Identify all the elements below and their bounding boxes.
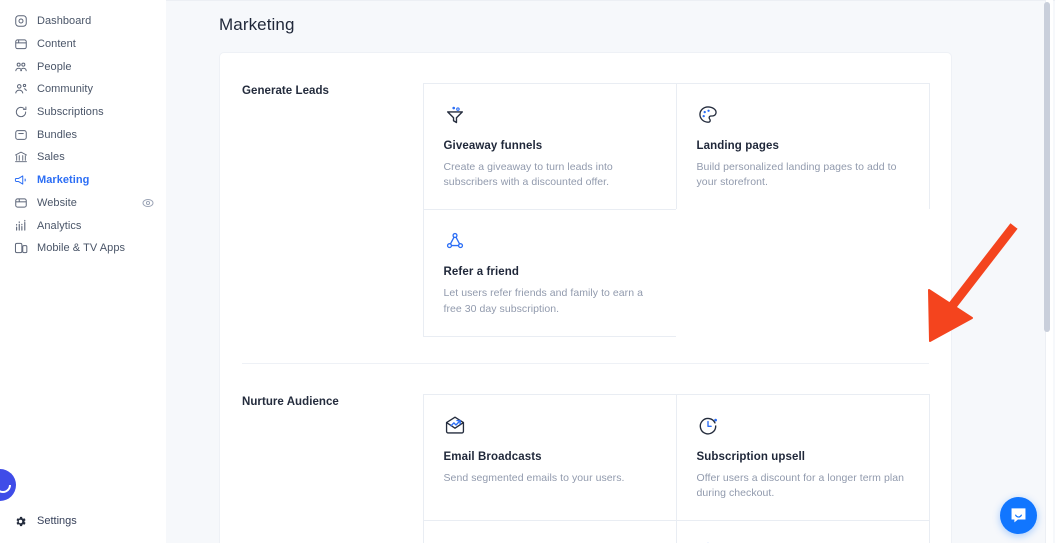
sidebar-item-label: Subscriptions bbox=[37, 106, 104, 119]
card-email-broadcasts[interactable]: Email Broadcasts Send segmented emails to… bbox=[422, 393, 677, 521]
section-generate-leads: Generate Leads Giveaway funnels Create a g… bbox=[242, 53, 930, 363]
bundles-icon bbox=[13, 127, 28, 142]
avatar[interactable] bbox=[0, 469, 16, 501]
card-subscription-upsell[interactable]: Subscription upsell Offer users a discoun… bbox=[675, 393, 930, 521]
sidebar-item-label: Dashboard bbox=[37, 15, 92, 28]
eye-icon[interactable] bbox=[141, 196, 154, 209]
email-broadcast-icon bbox=[444, 414, 656, 438]
sidebar-item-dashboard[interactable]: Dashboard bbox=[0, 10, 166, 33]
avatar-smile-icon bbox=[0, 485, 11, 493]
card-title: Email Broadcasts bbox=[443, 450, 542, 463]
sidebar-item-label: Marketing bbox=[37, 174, 90, 187]
content-icon bbox=[13, 37, 28, 52]
card-gift-cards[interactable]: Gift cardsSee a list of purchased and re… bbox=[422, 520, 677, 543]
card-refer-a-friend[interactable]: Refer a friend Let users refer friends an… bbox=[422, 209, 677, 337]
app-root: Dashboard Content People Community Subscript… bbox=[0, 0, 1055, 543]
marketing-panel: Generate Leads Giveaway funnels Create a g… bbox=[219, 52, 952, 543]
analytics-icon bbox=[13, 218, 28, 233]
sidebar-item-label: Bundles bbox=[37, 128, 78, 141]
section-label: Generate Leads bbox=[242, 85, 329, 97]
sidebar-item-label: Mobile & TV Apps bbox=[37, 242, 126, 255]
sidebar-item-content[interactable]: Content bbox=[0, 33, 166, 56]
sidebar-item-subscriptions[interactable]: Subscriptions bbox=[0, 101, 166, 124]
sidebar-item-settings[interactable]: Settings bbox=[0, 510, 166, 532]
sidebar-item-sales[interactable]: Sales bbox=[0, 146, 166, 169]
marketing-icon bbox=[13, 173, 28, 188]
card-description: Create a giveaway to turn leads into sub… bbox=[443, 160, 613, 189]
card-landing-pages[interactable]: Landing pages Build personalized landing … bbox=[675, 82, 930, 210]
dashboard-icon bbox=[13, 14, 28, 29]
website-icon bbox=[13, 195, 28, 210]
sidebar-item-community[interactable]: Community bbox=[0, 78, 166, 101]
card-title: Giveaway funnels bbox=[443, 139, 543, 152]
sales-icon bbox=[13, 150, 28, 165]
scrollbar-thumb[interactable] bbox=[1044, 2, 1050, 332]
sidebar-item-mobile-tv-apps[interactable]: Mobile & TV Apps bbox=[0, 237, 166, 260]
network-triangle-icon bbox=[444, 229, 656, 253]
card-title: Landing pages bbox=[696, 139, 779, 152]
chat-bubble-icon bbox=[1011, 508, 1026, 523]
section-nurture-audience: Nurture Audience Email Broadcasts Send seg… bbox=[242, 363, 930, 543]
card-description: Send segmented emails to your users. bbox=[443, 471, 625, 484]
sidebar-item-people[interactable]: People bbox=[0, 55, 166, 78]
section-label: Nurture Audience bbox=[242, 396, 339, 408]
sidebar-item-label: Sales bbox=[37, 151, 65, 164]
funnel-icon bbox=[444, 103, 656, 127]
sidebar-item-label: People bbox=[37, 60, 72, 73]
subscriptions-icon bbox=[13, 105, 28, 120]
card-placeholder bbox=[675, 209, 930, 337]
sidebar-item-label: Analytics bbox=[37, 219, 82, 232]
card-grid: Giveaway funnels Create a giveaway to tur… bbox=[422, 82, 930, 337]
page-title: Marketing bbox=[219, 15, 295, 34]
card-title: Subscription upsell bbox=[696, 450, 806, 463]
gear-icon bbox=[13, 514, 28, 529]
sidebar-item-label: Content bbox=[37, 38, 76, 51]
card-description: Build personalized landing pages to add … bbox=[696, 160, 897, 189]
scrollbar-track[interactable] bbox=[1044, 0, 1053, 543]
sidebar-nav-list: Dashboard Content People Community Subscript… bbox=[0, 10, 166, 260]
card-giveaway-funnels[interactable]: Giveaway funnels Create a giveaway to tur… bbox=[422, 82, 677, 210]
card-abandoned-cart[interactable]: Abandoned cartEncourage users to complet… bbox=[675, 520, 930, 543]
sidebar-item-label: Website bbox=[37, 196, 77, 209]
settings-label: Settings bbox=[37, 515, 77, 527]
chat-launcher-button[interactable] bbox=[1000, 497, 1037, 534]
clock-timer-icon bbox=[697, 414, 909, 438]
card-title: Refer a friend bbox=[443, 266, 520, 278]
mobile-tv-apps-icon bbox=[13, 241, 28, 256]
card-grid: Email Broadcasts Send segmented emails to… bbox=[422, 393, 930, 543]
sidebar: Dashboard Content People Community Subscript… bbox=[0, 0, 166, 543]
people-icon bbox=[13, 59, 28, 74]
main-content: Marketing Generate Leads Giveaway funnels… bbox=[166, 0, 1055, 543]
community-icon bbox=[13, 82, 28, 97]
sidebar-item-label: Community bbox=[37, 83, 94, 96]
sidebar-item-website[interactable]: Website bbox=[0, 192, 166, 215]
sidebar-item-marketing[interactable]: Marketing bbox=[0, 169, 166, 192]
card-description: Let users refer friends and family to ea… bbox=[443, 287, 643, 315]
card-description: Offer users a discount for a longer term… bbox=[696, 471, 904, 500]
sidebar-item-analytics[interactable]: Analytics bbox=[0, 214, 166, 237]
top-divider bbox=[166, 0, 1055, 1]
sidebar-item-bundles[interactable]: Bundles bbox=[0, 123, 166, 146]
palette-icon bbox=[697, 103, 909, 127]
